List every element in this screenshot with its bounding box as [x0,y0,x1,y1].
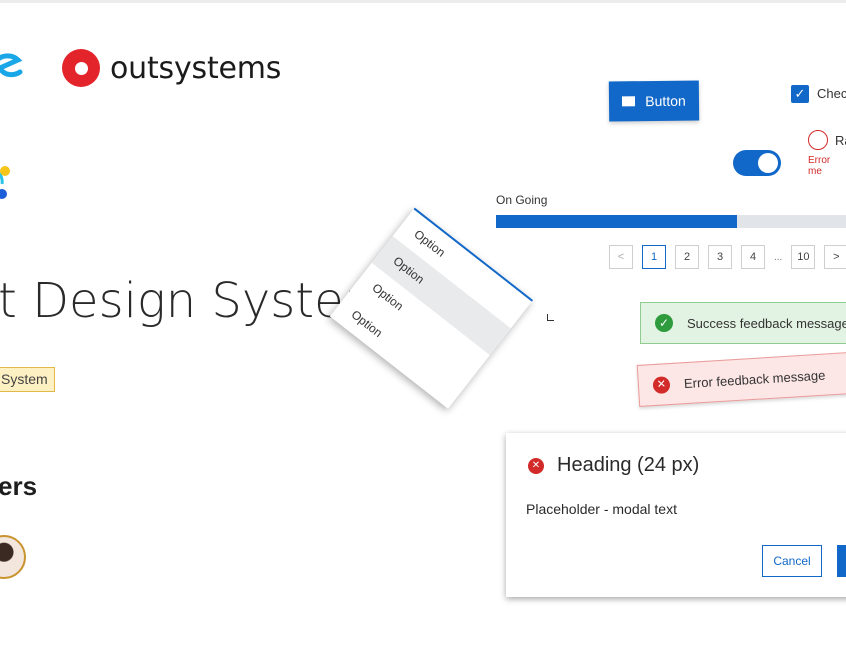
x-circle-icon: ✕ [652,375,671,394]
dropdown-menu: Option Option Option Option [326,207,533,414]
outsystems-logo: outsystems [62,49,281,87]
top-border [0,0,846,3]
confirm-button[interactable] [837,545,846,577]
modal-body-text: Placeholder - modal text [526,501,677,517]
pagination-prev-button[interactable]: < [609,245,633,269]
avatar [0,535,26,579]
modal-dialog: ✕ Heading (24 px) Placeholder - modal te… [506,433,846,597]
tag-badge: System [0,367,55,392]
checkbox-label: Check [817,86,846,101]
chevron-down-icon [547,314,554,321]
success-feedback: ✓ Success feedback message [640,302,846,344]
users-heading: ers [0,471,38,501]
progress-bar-fill [496,215,738,228]
checkbox[interactable]: ✓ [791,85,809,103]
check-circle-icon: ✓ [655,314,673,332]
cancel-button[interactable]: Cancel [762,545,822,577]
pagination: < 1 2 3 4 ... 10 > [609,245,846,269]
outsystems-logo-icon [62,49,100,87]
pagination-ellipsis: ... [774,251,783,263]
envelope-icon [622,96,636,107]
progress-label: On Going [496,193,548,207]
x-circle-icon: ✕ [528,458,544,474]
error-feedback-text: Error feedback message [683,367,826,391]
success-feedback-text: Success feedback message [687,315,846,331]
pagination-next-button[interactable]: > [824,245,846,269]
checkmark-icon: ✓ [794,86,806,101]
toggle-knob [758,153,778,173]
radio-button[interactable] [808,130,828,150]
outsystems-wordmark: outsystems [110,50,282,86]
pagination-page-4[interactable]: 4 [741,245,765,269]
primary-button-label: Button [645,92,686,110]
partial-brand-logo-icon [0,53,23,78]
modal-heading: Heading (24 px) [557,454,700,476]
partial-brand-circle-icon [0,166,10,199]
primary-button[interactable]: Button [608,80,700,122]
pagination-page-10[interactable]: 10 [791,245,816,269]
radio-label: Ra [835,133,846,148]
progress-bar [496,215,846,228]
radio-error-message: Error me [808,155,831,177]
toggle-switch[interactable] [733,150,781,176]
pagination-page-2[interactable]: 2 [675,245,699,269]
pagination-page-1[interactable]: 1 [642,245,666,269]
error-feedback: ✕ Error feedback message [636,350,846,407]
pagination-page-3[interactable]: 3 [708,245,732,269]
